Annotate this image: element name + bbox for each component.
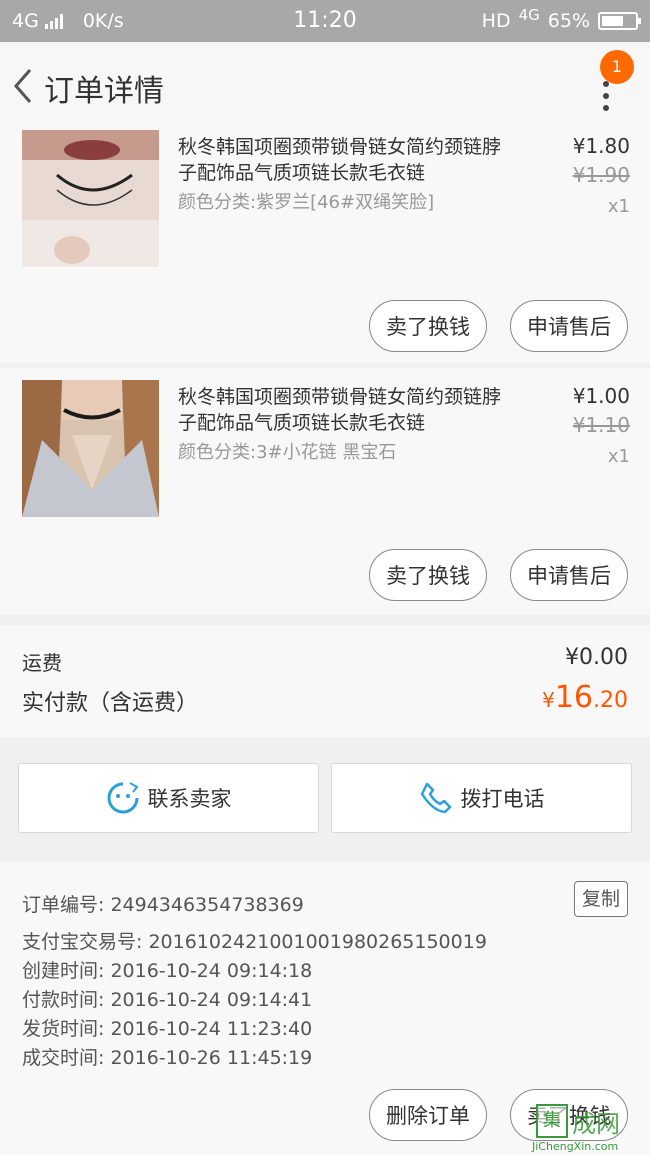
order-number: 订单编号: 2494346354738369 — [22, 894, 304, 916]
total-currency: ¥ — [542, 688, 555, 712]
shipping-value: ¥0.00 — [565, 645, 628, 670]
shipped-time: 发货时间: 2016-10-24 11:23:40 — [22, 1018, 313, 1040]
paid-time: 付款时间: 2016-10-24 09:14:41 — [22, 989, 313, 1011]
contact-seller-label: 联系卖家 — [147, 787, 232, 811]
product-sku: 颜色分类:3#小花链 黑宝石 — [178, 442, 397, 463]
call-button[interactable]: 拨打电话 — [331, 763, 632, 833]
chat-face-icon — [107, 782, 139, 814]
watermark-box: 集 — [536, 1104, 568, 1138]
notification-badge: 1 — [600, 50, 634, 84]
battery-percent: 65% — [547, 10, 590, 32]
sell-button[interactable]: 卖了换钱 — [369, 549, 487, 601]
product-title[interactable]: 秋冬韩国项圈颈带锁骨链女简约颈链脖子配饰品气质项链长款毛衣链 — [178, 134, 516, 186]
total-integer: 16 — [554, 680, 593, 715]
alipay-number: 支付宝交易号: 2016102421001001980265150019 — [22, 931, 487, 953]
copy-button[interactable]: 复制 — [574, 881, 628, 917]
product-price: ¥1.80 — [572, 134, 630, 158]
phone-icon — [420, 782, 451, 814]
product-image[interactable] — [22, 380, 159, 517]
total-value: ¥16.20 — [542, 680, 628, 715]
total-label: 实付款（含运费） — [22, 691, 199, 716]
back-arrow-icon[interactable] — [8, 64, 40, 108]
product-quantity: x1 — [607, 196, 630, 217]
nav-bar: 订单详情 1 — [0, 42, 650, 130]
order-item[interactable]: 秋冬韩国项圈颈带锁骨链女简约颈链脖子配饰品气质项链长款毛衣链 颜色分类:紫罗兰[… — [0, 130, 650, 363]
contact-bar: 联系卖家 拨打电话 — [0, 755, 650, 845]
sell-button[interactable]: 卖了换钱 — [369, 300, 487, 352]
after-sale-button[interactable]: 申请售后 — [510, 300, 628, 352]
call-label: 拨打电话 — [460, 787, 545, 811]
battery-icon — [598, 12, 641, 30]
product-original-price: ¥1.90 — [572, 163, 630, 187]
product-title[interactable]: 秋冬韩国项圈颈带锁骨链女简约颈链脖子配饰品气质项链长款毛衣链 — [178, 384, 516, 436]
order-info: 订单编号: 2494346354738369 复制 支付宝交易号: 201610… — [0, 862, 650, 1077]
watermark-url: JiChengXin.com — [532, 1140, 619, 1153]
site-watermark-logo: 集 成网 JiChengXin.com — [532, 1102, 650, 1155]
product-original-price: ¥1.10 — [572, 413, 630, 437]
product-price: ¥1.00 — [572, 384, 630, 408]
shipping-label: 运费 — [22, 651, 62, 675]
network-type-right: 4G — [518, 6, 540, 24]
hd-indicator: HD — [481, 10, 511, 32]
product-image[interactable] — [22, 130, 159, 267]
after-sale-button[interactable]: 申请售后 — [510, 549, 628, 601]
order-item[interactable]: 秋冬韩国项圈颈带锁骨链女简约颈链脖子配饰品气质项链长款毛衣链 颜色分类:3#小花… — [0, 368, 650, 615]
status-right: HD 4G 65% — [481, 6, 641, 32]
watermark-text: 成网 — [572, 1110, 620, 1138]
created-time: 创建时间: 2016-10-24 09:14:18 — [22, 960, 313, 982]
contact-seller-button[interactable]: 联系卖家 — [18, 763, 319, 833]
delete-order-button[interactable]: 删除订单 — [369, 1089, 487, 1141]
fee-summary: 运费 ¥0.00 实付款（含运费） ¥16.20 — [0, 625, 650, 737]
completed-time: 成交时间: 2016-10-26 11:45:19 — [22, 1047, 313, 1069]
total-decimal: .20 — [593, 688, 628, 713]
product-quantity: x1 — [607, 446, 630, 467]
status-bar: 4G 0K/s 11:20 HD 4G 65% — [0, 0, 650, 42]
product-sku: 颜色分类:紫罗兰[46#双绳笑脸] — [178, 192, 435, 213]
page-title: 订单详情 — [44, 74, 164, 109]
